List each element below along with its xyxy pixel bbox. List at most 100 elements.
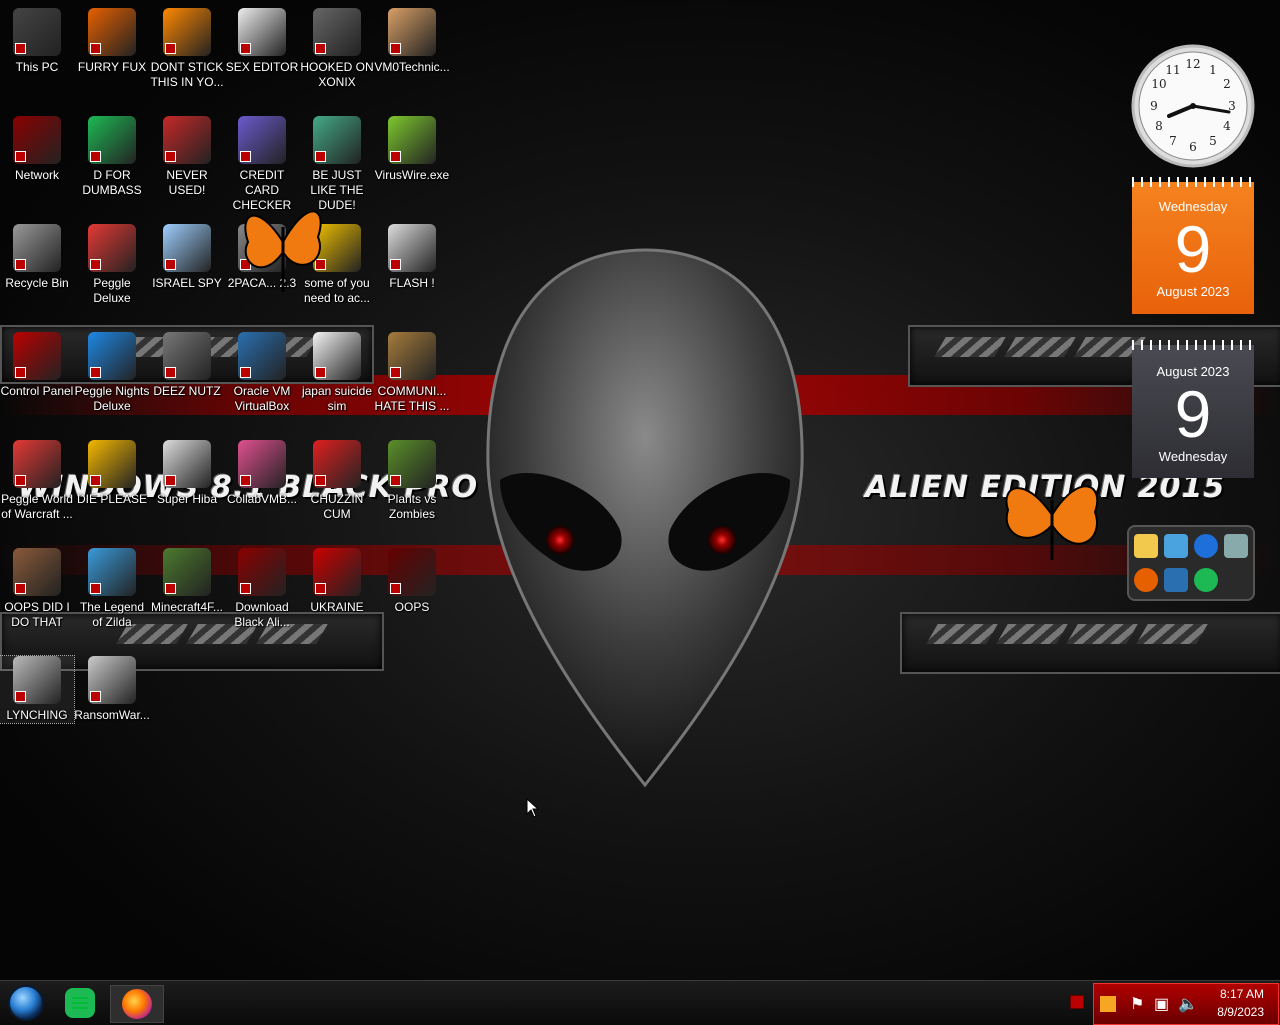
computer-icon[interactable] <box>1164 534 1188 558</box>
desktop-icon[interactable]: Peggle World of Warcraft ... <box>0 440 74 522</box>
folder-icon[interactable] <box>1134 534 1158 558</box>
desktop-icon-label: Peggle Nights Deluxe <box>74 384 150 413</box>
internet-explorer-icon[interactable] <box>1194 534 1218 558</box>
desktop-icon-label: SEX EDITOR <box>225 60 299 74</box>
volume-icon[interactable]: 🔈 <box>1178 994 1198 1014</box>
desktop-icon-label: DONT STICK THIS IN YO... <box>150 60 224 89</box>
calendar-gadget-orange[interactable]: Wednesday 9 August 2023 <box>1132 177 1254 314</box>
tray-date[interactable]: 8/9/2023 <box>1217 1005 1264 1019</box>
app-icon <box>88 332 136 380</box>
app-icon <box>313 332 361 380</box>
desktop-icon-label: Network <box>14 168 59 182</box>
system-tray: ⚑ ▣ 🔈 8:17 AM 8/9/2023 <box>1093 983 1279 1025</box>
app-icon <box>313 116 361 164</box>
start-button[interactable] <box>0 985 52 1021</box>
desktop-icon[interactable]: ISRAEL SPY <box>150 224 224 291</box>
alien-head-logo <box>486 248 804 788</box>
desktop-icon[interactable]: Super Hiba <box>150 440 224 507</box>
notification-red-icon[interactable] <box>1070 995 1084 1009</box>
desktop-icon-label: CHUZZIN CUM <box>310 492 364 521</box>
app-icon <box>13 116 61 164</box>
desktop-icon[interactable]: HOOKED ON XONIX <box>300 8 374 90</box>
desktop-icon[interactable]: D FOR DUMBASS <box>75 116 149 198</box>
firefox-icon[interactable] <box>1134 568 1158 592</box>
recycle-bin-icon[interactable] <box>1224 534 1248 558</box>
app-icon <box>163 332 211 380</box>
desktop-icon-label: HOOKED ON XONIX <box>300 60 374 89</box>
desktop-icon[interactable]: CollabVMB... <box>225 440 299 507</box>
desktop-icon-label: D FOR DUMBASS <box>82 168 142 197</box>
shortcut-arrow-icon <box>15 151 26 162</box>
desktop-icon[interactable]: SEX EDITOR <box>225 8 299 75</box>
app-icon <box>238 116 286 164</box>
desktop-icon[interactable]: Peggle Deluxe <box>75 224 149 306</box>
calendar-day: 9 <box>1174 212 1212 286</box>
shortcut-arrow-icon <box>15 259 26 270</box>
svg-text:12: 12 <box>1185 57 1200 71</box>
shortcut-arrow-icon <box>90 259 101 270</box>
calendar-rings <box>1132 340 1254 350</box>
desktop-icon[interactable]: Control Panel <box>0 332 74 399</box>
desktop-icon[interactable]: FURRY FUX <box>75 8 149 75</box>
taskbar-chat-app-button[interactable] <box>54 985 106 1021</box>
desktop-icon[interactable]: VM0Technic... <box>374 8 450 75</box>
app-icon <box>388 224 436 272</box>
desktop-icon[interactable]: FLASH ! <box>375 224 449 291</box>
tray-time[interactable]: 8:17 AM <box>1220 987 1264 1001</box>
desktop-icon[interactable]: CHUZZIN CUM <box>300 440 374 522</box>
desktop-icon[interactable]: OOPS DID I DO THAT <box>0 548 74 630</box>
desktop-icon[interactable]: DONT STICK THIS IN YO... <box>150 8 224 90</box>
taskbar-firefox-button[interactable] <box>110 985 164 1023</box>
calendar-rings <box>1132 177 1254 187</box>
desktop-icon[interactable]: Recycle Bin <box>0 224 74 291</box>
desktop-icon-label: RansomWar... <box>74 708 150 722</box>
desktop-icon[interactable]: Plants vs Zombies <box>375 440 449 522</box>
shortcut-arrow-icon <box>315 475 326 486</box>
desktop-icon[interactable]: RansomWar... <box>74 656 150 723</box>
flag-icon[interactable]: ⚑ <box>1130 994 1144 1014</box>
clock-gadget[interactable]: 12 12 345 678 91011 <box>1131 44 1255 168</box>
desktop-icon-label: Peggle Deluxe <box>93 276 131 305</box>
desktop-icon-label: NEVER USED! <box>166 168 208 197</box>
app-icon <box>88 548 136 596</box>
desktop-icon-label: UKRAINE <box>310 600 364 614</box>
network-icon[interactable]: ▣ <box>1154 994 1169 1014</box>
shortcut-arrow-icon <box>315 367 326 378</box>
desktop-icon[interactable]: DIE PLEASE <box>75 440 149 507</box>
svg-text:4: 4 <box>1223 119 1231 133</box>
app-launcher-gadget <box>1127 525 1255 601</box>
shortcut-arrow-icon <box>165 475 176 486</box>
desktop-icon[interactable]: COMMUNI... HATE THIS ... <box>375 332 449 414</box>
desktop-icon[interactable]: This PC <box>0 8 74 75</box>
app-icon <box>313 440 361 488</box>
desktop-icon[interactable]: DEEZ NUTZ <box>150 332 224 399</box>
desktop-icon[interactable]: UKRAINE <box>300 548 374 615</box>
desktop-icon-label: VM0Technic... <box>374 60 450 74</box>
desktop-icon[interactable]: The Legend of Zilda <box>75 548 149 630</box>
tray-app-icon[interactable] <box>1100 996 1116 1012</box>
desktop-icon[interactable]: NEVER USED! <box>150 116 224 198</box>
app-icon <box>238 548 286 596</box>
shortcut-arrow-icon <box>90 43 101 54</box>
shortcut-arrow-icon <box>390 43 401 54</box>
svg-text:2: 2 <box>1223 77 1231 91</box>
calendar-gadget-dark[interactable]: August 2023 9 Wednesday <box>1132 340 1254 478</box>
start-orb-icon <box>8 985 44 1021</box>
desktop-icon[interactable]: japan suicide sim <box>300 332 374 414</box>
desktop-icon[interactable]: Download Black Ali... <box>225 548 299 630</box>
desktop-icon[interactable]: VirusWire.exe <box>375 116 449 183</box>
app-icon <box>13 656 61 704</box>
desktop-icon[interactable]: OOPS <box>375 548 449 615</box>
desktop-icon[interactable]: Minecraft4F... <box>150 548 224 615</box>
desktop-icon[interactable]: Network <box>0 116 74 183</box>
desktop-icon[interactable]: LYNCHING <box>0 655 75 724</box>
desktop-icon[interactable]: Peggle Nights Deluxe <box>75 332 149 414</box>
desktop-icon-label: Recycle Bin <box>5 276 69 290</box>
chat-app-icon[interactable] <box>1194 568 1218 592</box>
desktop-icon[interactable]: Oracle VM VirtualBox <box>225 332 299 414</box>
virtualbox-icon[interactable] <box>1164 568 1188 592</box>
shortcut-arrow-icon <box>165 151 176 162</box>
app-icon <box>88 656 136 704</box>
desktop-icon-label: Oracle VM VirtualBox <box>233 384 291 413</box>
app-icon <box>13 8 61 56</box>
